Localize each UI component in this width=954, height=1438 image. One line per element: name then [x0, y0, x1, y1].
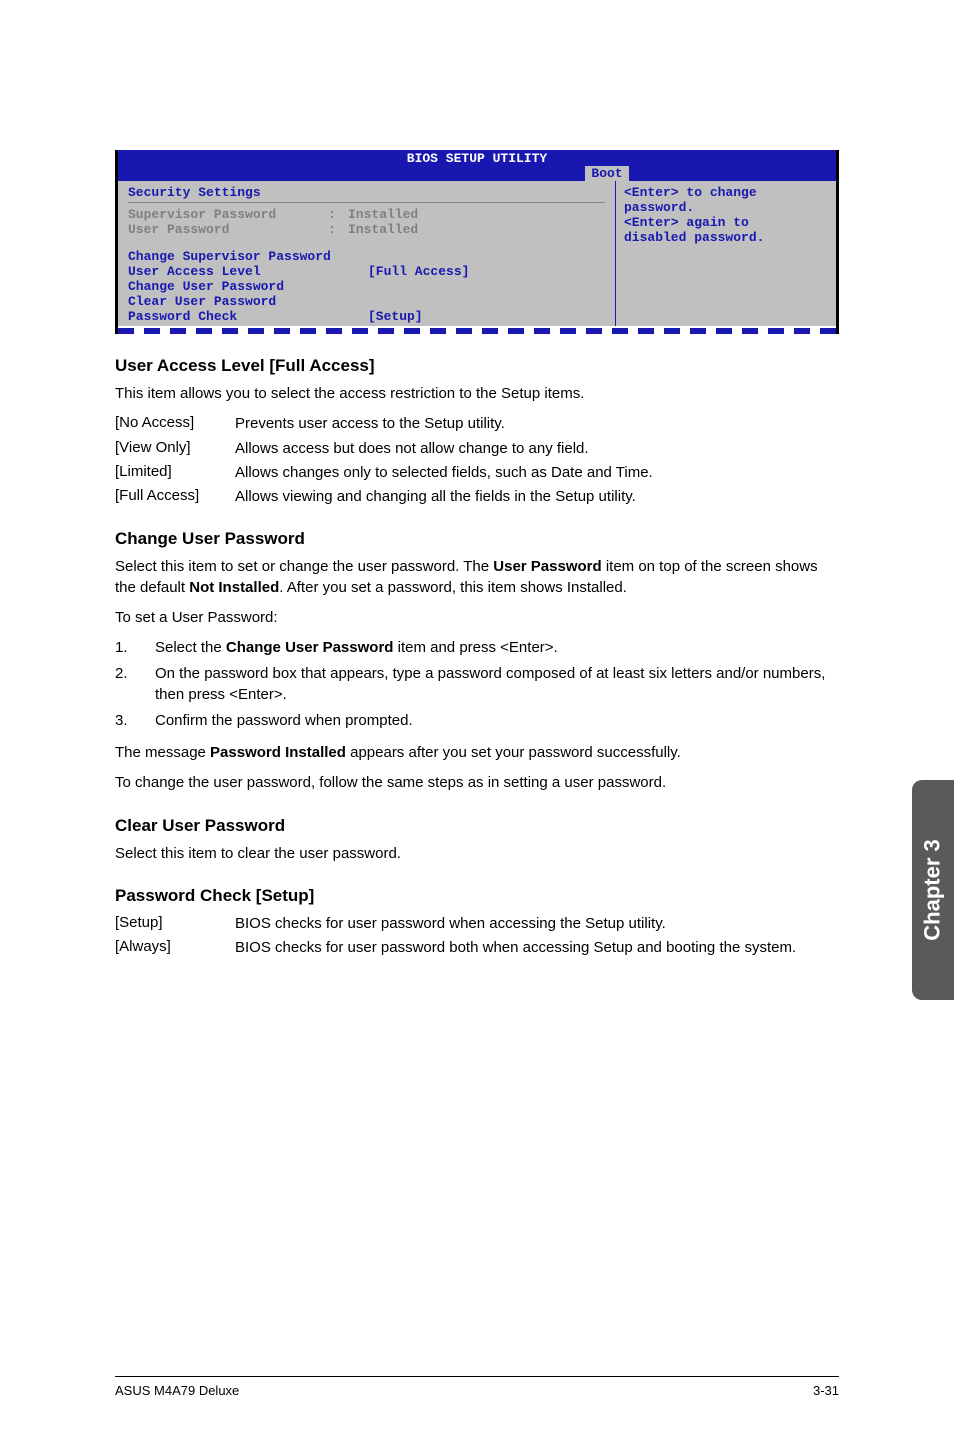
bios-left-pane: Security Settings Supervisor Password: I…	[118, 181, 616, 326]
bold-text: Change User Password	[226, 639, 394, 656]
step-number: 2.	[115, 664, 155, 705]
step-text: Confirm the password when prompted.	[155, 711, 839, 731]
footer-right: 3-31	[813, 1383, 839, 1398]
step-number: 1.	[115, 638, 155, 658]
bios-row-user-access-level: User Access Level[Full Access]	[128, 264, 605, 279]
bios-header: BIOS SETUP UTILITY Boot	[118, 150, 836, 181]
text: The message	[115, 744, 210, 761]
option-desc: Prevents user access to the Setup utilit…	[235, 414, 839, 434]
step-number: 3.	[115, 711, 155, 731]
help-line: <Enter> again to	[624, 215, 828, 230]
option-term: [Setup]	[115, 914, 235, 934]
option-desc: Allows viewing and changing all the fiel…	[235, 487, 839, 507]
option-term: [No Access]	[115, 414, 235, 434]
bios-tab-boot: Boot	[585, 166, 628, 181]
paragraph: Select this item to set or change the us…	[115, 557, 839, 598]
label: Supervisor Password	[128, 207, 328, 222]
divider	[128, 202, 605, 203]
option-row: [Setup] BIOS checks for user password wh…	[115, 914, 839, 934]
step-item: 1. Select the Change User Password item …	[115, 638, 839, 658]
option-desc: Allows access but does not allow change …	[235, 439, 839, 459]
bios-row-password-check: Password Check[Setup]	[128, 309, 605, 324]
step-text: On the password box that appears, type a…	[155, 664, 839, 705]
value: Installed	[348, 222, 605, 237]
bios-row-user: User Password: Installed	[128, 222, 605, 237]
bios-title: BIOS SETUP UTILITY	[118, 151, 836, 166]
bios-help-pane: <Enter> to change password. <Enter> agai…	[616, 181, 836, 326]
option-row: [No Access] Prevents user access to the …	[115, 414, 839, 434]
value: Installed	[348, 207, 605, 222]
heading-user-access-level: User Access Level [Full Access]	[115, 356, 839, 376]
help-line: password.	[624, 200, 828, 215]
bold-text: User Password	[493, 558, 601, 575]
bios-row-clear-user: Clear User Password	[128, 294, 605, 309]
option-term: [Full Access]	[115, 487, 235, 507]
sep: :	[328, 207, 348, 222]
option-row: [Full Access] Allows viewing and changin…	[115, 487, 839, 507]
bold-text: Password Installed	[210, 744, 346, 761]
text: Select the	[155, 639, 226, 656]
text: item and press <Enter>.	[393, 639, 557, 656]
value: [Setup]	[368, 309, 423, 324]
paragraph: To set a User Password:	[115, 608, 839, 628]
bios-row-supervisor: Supervisor Password: Installed	[128, 207, 605, 222]
bold-text: Not Installed	[189, 579, 279, 596]
option-desc: BIOS checks for user password both when …	[235, 938, 839, 958]
option-row: [Limited] Allows changes only to selecte…	[115, 463, 839, 483]
option-row: [View Only] Allows access but does not a…	[115, 439, 839, 459]
bios-section-title: Security Settings	[128, 185, 605, 200]
paragraph: Select this item to clear the user passw…	[115, 844, 839, 864]
label: Change User Password	[128, 279, 284, 294]
chapter-side-tab: Chapter 3	[912, 780, 954, 1000]
help-line: <Enter> to change	[624, 185, 828, 200]
heading-change-user-password: Change User Password	[115, 529, 839, 549]
steps-list: 1. Select the Change User Password item …	[115, 638, 839, 731]
heading-password-check: Password Check [Setup]	[115, 886, 839, 906]
bios-row-change-supervisor: Change Supervisor Password	[128, 249, 605, 264]
bios-dashed-border	[118, 328, 836, 334]
label: Password Check	[128, 309, 368, 324]
option-term: [Always]	[115, 938, 235, 958]
page-footer: ASUS M4A79 Deluxe 3-31	[115, 1376, 839, 1398]
step-item: 2. On the password box that appears, typ…	[115, 664, 839, 705]
option-term: [Limited]	[115, 463, 235, 483]
paragraph: The message Password Installed appears a…	[115, 743, 839, 763]
option-row: [Always] BIOS checks for user password b…	[115, 938, 839, 958]
document-page: BIOS SETUP UTILITY Boot Security Setting…	[0, 0, 954, 1002]
label: Clear User Password	[128, 294, 276, 309]
step-item: 3. Confirm the password when prompted.	[115, 711, 839, 731]
text: Select this item to set or change the us…	[115, 558, 493, 575]
chapter-label: Chapter 3	[920, 839, 946, 940]
text: . After you set a password, this item sh…	[279, 579, 627, 596]
text: appears after you set your password succ…	[346, 744, 681, 761]
label: Change Supervisor Password	[128, 249, 331, 264]
option-term: [View Only]	[115, 439, 235, 459]
sep: :	[328, 222, 348, 237]
spacer	[128, 237, 605, 249]
label: User Access Level	[128, 264, 368, 279]
heading-clear-user-password: Clear User Password	[115, 816, 839, 836]
option-desc: Allows changes only to selected fields, …	[235, 463, 839, 483]
option-desc: BIOS checks for user password when acces…	[235, 914, 839, 934]
step-text: Select the Change User Password item and…	[155, 638, 839, 658]
footer-left: ASUS M4A79 Deluxe	[115, 1383, 239, 1398]
help-line: disabled password.	[624, 230, 828, 245]
label: User Password	[128, 222, 328, 237]
bios-row-change-user: Change User Password	[128, 279, 605, 294]
value: [Full Access]	[368, 264, 469, 279]
bios-body: Security Settings Supervisor Password: I…	[118, 181, 836, 326]
paragraph: This item allows you to select the acces…	[115, 384, 839, 404]
paragraph: To change the user password, follow the …	[115, 773, 839, 793]
bios-panel: BIOS SETUP UTILITY Boot Security Setting…	[115, 150, 839, 334]
